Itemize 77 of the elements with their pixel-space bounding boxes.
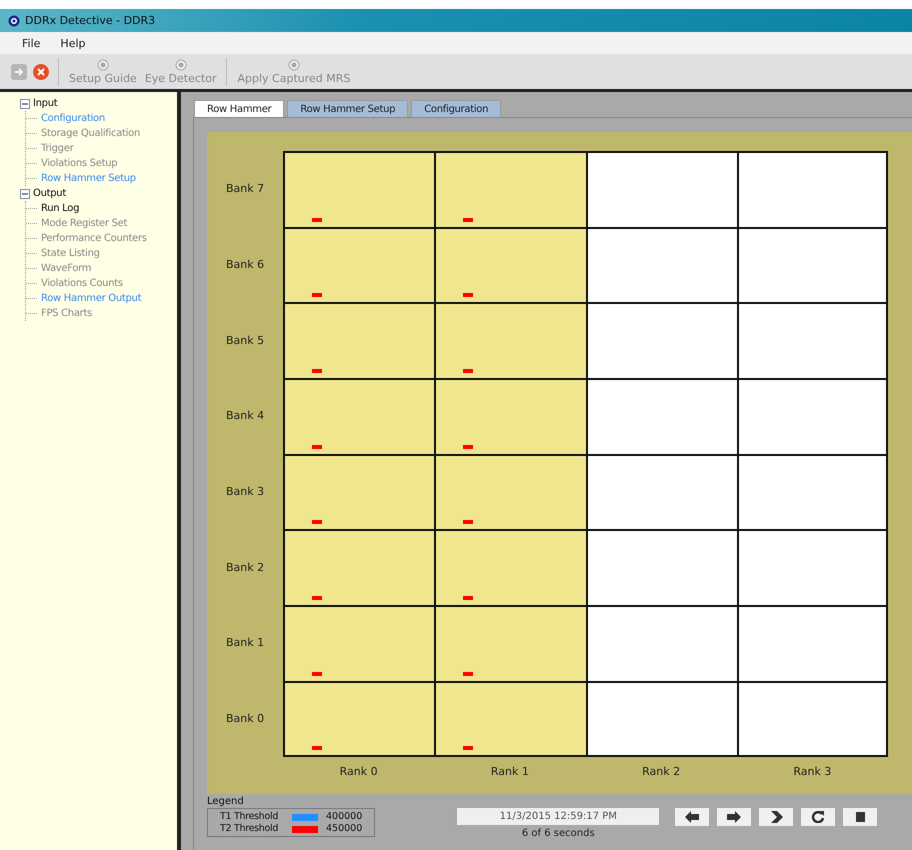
legend-value: 400000 bbox=[326, 811, 362, 823]
menu-item[interactable]: File bbox=[14, 36, 48, 50]
playback-button[interactable] bbox=[675, 808, 710, 826]
threshold-marker bbox=[463, 444, 474, 449]
threshold-marker bbox=[463, 218, 474, 222]
threshold-marker bbox=[463, 369, 474, 374]
bank-label: Bank 6 bbox=[224, 257, 266, 274]
app-logo-icon bbox=[8, 14, 20, 26]
tree-item[interactable]: Run Log bbox=[41, 203, 80, 214]
bank-label: Bank 1 bbox=[224, 635, 266, 652]
tab[interactable]: Row Hammer bbox=[194, 100, 284, 117]
threshold-marker bbox=[463, 596, 474, 600]
tab[interactable]: Row Hammer Setup bbox=[287, 100, 408, 117]
toolbar-button[interactable]: Setup Guide bbox=[67, 58, 139, 84]
playback-button[interactable] bbox=[801, 808, 836, 826]
rank-label: Rank 2 bbox=[641, 764, 682, 780]
tree-item[interactable]: Storage Qualification bbox=[41, 128, 140, 139]
close-icon bbox=[32, 62, 50, 80]
threshold-marker bbox=[312, 444, 322, 449]
threshold-marker bbox=[312, 218, 322, 222]
toolbar-button[interactable] bbox=[32, 62, 50, 80]
rank-label: Rank 1 bbox=[490, 764, 530, 780]
right-arrow-icon bbox=[727, 811, 742, 823]
radio-icon bbox=[96, 58, 109, 70]
chevron-icon bbox=[769, 811, 784, 823]
toolbar-button[interactable]: Eye Detector bbox=[142, 58, 218, 84]
bank-label: Bank 5 bbox=[224, 332, 266, 349]
timestamp-field[interactable]: 11/3/2015 12:59:17 PM bbox=[457, 808, 660, 825]
playback-button[interactable] bbox=[759, 808, 794, 826]
bank-label: Bank 2 bbox=[224, 560, 266, 576]
progress-text: 6 of 6 seconds bbox=[522, 828, 595, 839]
tree-item[interactable]: Input bbox=[33, 98, 58, 109]
tree-item[interactable]: Configuration bbox=[41, 113, 105, 124]
stop-icon bbox=[853, 811, 868, 823]
menu-item[interactable]: Help bbox=[52, 36, 94, 50]
rank-label: Rank 0 bbox=[338, 764, 379, 780]
legend-title: Legend bbox=[207, 796, 245, 808]
radio-icon bbox=[174, 58, 187, 70]
tree-item[interactable]: Row Hammer Setup bbox=[41, 173, 136, 184]
threshold-marker bbox=[463, 746, 474, 750]
tree-item[interactable]: Row Hammer Output bbox=[41, 293, 142, 304]
threshold-marker bbox=[312, 520, 322, 524]
tree-item[interactable]: Performance Counters bbox=[41, 233, 147, 244]
rank-label: Rank 3 bbox=[792, 764, 832, 780]
window-title: DDRx Detective - DDR3 bbox=[25, 14, 156, 27]
tree-item[interactable]: State Listing bbox=[41, 248, 100, 259]
refresh-icon bbox=[811, 811, 826, 823]
toolbar-button[interactable]: Apply Captured MRS bbox=[235, 58, 352, 84]
legend-label: T2 Threshold bbox=[220, 823, 280, 835]
tree-item[interactable]: Violations Counts bbox=[41, 278, 123, 289]
threshold-marker bbox=[312, 596, 322, 600]
threshold-marker bbox=[463, 293, 474, 298]
bank-label: Bank 3 bbox=[224, 484, 266, 500]
bank-label: Bank 0 bbox=[224, 711, 266, 728]
collapse-icon[interactable] bbox=[20, 188, 30, 198]
collapse-icon[interactable] bbox=[20, 98, 30, 108]
tree-item[interactable]: WaveForm bbox=[41, 263, 92, 274]
tree-item[interactable]: FPS Charts bbox=[41, 308, 92, 319]
threshold-marker bbox=[463, 520, 474, 524]
threshold-marker bbox=[312, 369, 322, 374]
threshold-marker bbox=[312, 672, 322, 676]
bank-label: Bank 7 bbox=[224, 181, 266, 198]
playback-button[interactable] bbox=[717, 808, 752, 826]
tree-item[interactable]: Trigger bbox=[41, 143, 74, 154]
left-arrow-icon bbox=[685, 811, 700, 823]
bank-label: Bank 4 bbox=[224, 408, 266, 424]
threshold-marker bbox=[312, 746, 322, 750]
legend-label: T1 Threshold bbox=[220, 811, 280, 823]
playback-button[interactable] bbox=[843, 808, 878, 826]
threshold-marker bbox=[312, 293, 322, 298]
tree-item[interactable]: Violations Setup bbox=[41, 158, 118, 169]
legend-value: 450000 bbox=[326, 823, 362, 835]
threshold-marker bbox=[463, 672, 474, 676]
tree-item[interactable]: Mode Register Set bbox=[41, 218, 128, 229]
tree-item[interactable]: Output bbox=[33, 188, 66, 199]
tab[interactable]: Configuration bbox=[411, 100, 502, 117]
radio-icon bbox=[288, 58, 300, 70]
